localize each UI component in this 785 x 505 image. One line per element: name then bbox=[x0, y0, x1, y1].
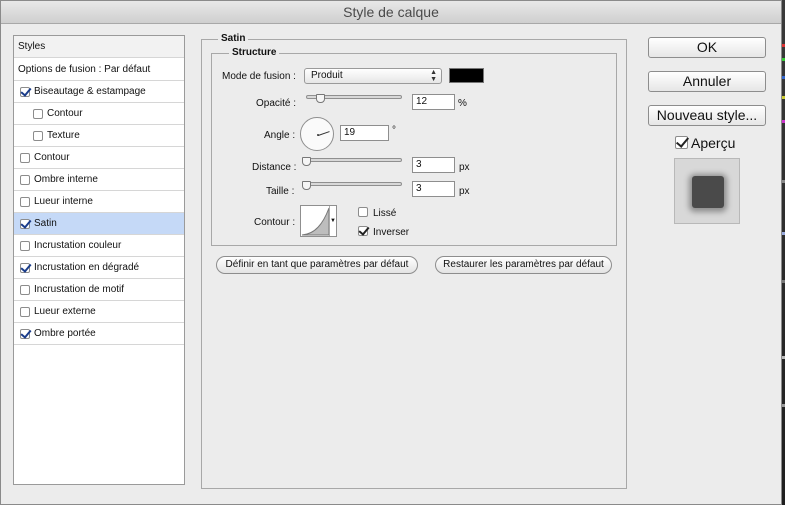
style-item-label: Contour bbox=[47, 108, 83, 119]
style-item-label: Lueur interne bbox=[34, 196, 93, 207]
opacity-slider-thumb[interactable] bbox=[316, 94, 325, 103]
style-item[interactable]: Ombre portée bbox=[14, 323, 184, 345]
distance-input[interactable]: 3 bbox=[412, 157, 455, 173]
style-item-checkbox[interactable] bbox=[20, 328, 30, 339]
contour-label: Contour : bbox=[254, 217, 296, 228]
style-item[interactable]: Contour bbox=[14, 147, 184, 169]
style-item[interactable]: Incrustation en dégradé bbox=[14, 257, 184, 279]
structure-group-title: Structure bbox=[229, 47, 280, 58]
styles-header[interactable]: Styles bbox=[14, 36, 184, 58]
contour-picker[interactable]: ▼ bbox=[300, 205, 337, 237]
style-item-checkbox[interactable] bbox=[20, 262, 30, 273]
distance-slider-thumb[interactable] bbox=[302, 157, 311, 166]
styles-header-label: Styles bbox=[18, 41, 46, 52]
style-item[interactable]: Satin bbox=[14, 213, 184, 235]
style-item[interactable]: Lueur interne bbox=[14, 191, 184, 213]
style-item[interactable]: Biseautage & estampage bbox=[14, 81, 184, 103]
style-preview-thumbnail bbox=[674, 158, 740, 224]
style-item-checkbox[interactable] bbox=[33, 108, 43, 119]
size-label: Taille : bbox=[266, 186, 295, 197]
distance-slider-track bbox=[302, 158, 402, 162]
style-item-checkbox[interactable] bbox=[20, 218, 30, 229]
style-item-label: Incrustation en dégradé bbox=[34, 262, 140, 273]
new-style-button[interactable]: Nouveau style... bbox=[648, 105, 766, 126]
style-item[interactable]: Ombre interne bbox=[14, 169, 184, 191]
contour-curve-icon bbox=[301, 207, 330, 236]
antialias-label: Lissé bbox=[373, 208, 397, 219]
style-item-checkbox[interactable] bbox=[33, 130, 43, 141]
style-item-label: Ombre portée bbox=[34, 328, 96, 339]
size-input[interactable]: 3 bbox=[412, 181, 455, 197]
satin-group-title: Satin bbox=[218, 33, 249, 44]
distance-slider[interactable] bbox=[302, 156, 402, 166]
cancel-button[interactable]: Annuler bbox=[648, 71, 766, 92]
invert-checkbox[interactable] bbox=[358, 226, 368, 236]
style-item[interactable]: Lueur externe bbox=[14, 301, 184, 323]
opacity-unit: % bbox=[458, 98, 467, 109]
preview-checkbox[interactable] bbox=[675, 136, 688, 149]
antialias-checkbox[interactable] bbox=[358, 207, 368, 217]
blend-mode-select[interactable]: Produit ▲ ▼ bbox=[304, 68, 442, 84]
style-item-label: Ombre interne bbox=[34, 174, 98, 185]
style-item-checkbox[interactable] bbox=[20, 174, 30, 185]
style-item-checkbox[interactable] bbox=[20, 152, 30, 163]
window-title: Style de calque bbox=[1, 1, 781, 24]
ok-button[interactable]: OK bbox=[648, 37, 766, 58]
set-default-button[interactable]: Définir en tant que paramètres par défau… bbox=[216, 256, 418, 274]
distance-label: Distance : bbox=[252, 162, 297, 173]
size-slider[interactable] bbox=[302, 180, 402, 190]
select-arrows-icon: ▲ ▼ bbox=[430, 69, 437, 83]
style-item-label: Incrustation couleur bbox=[34, 240, 122, 251]
style-item-label: Incrustation de motif bbox=[34, 284, 125, 295]
reset-default-button[interactable]: Restaurer les paramètres par défaut bbox=[435, 256, 612, 274]
size-slider-thumb[interactable] bbox=[302, 181, 311, 190]
style-item-label: Lueur externe bbox=[34, 306, 96, 317]
style-item-label: Contour bbox=[34, 152, 70, 163]
angle-label: Angle : bbox=[264, 130, 296, 141]
contour-dropdown-arrow-icon[interactable]: ▼ bbox=[329, 206, 336, 236]
angle-unit: ° bbox=[392, 125, 396, 136]
size-slider-track bbox=[302, 182, 402, 186]
invert-label: Inverser bbox=[373, 227, 410, 238]
blending-options-item[interactable]: Options de fusion : Par défaut bbox=[14, 59, 184, 81]
style-item[interactable]: Contour bbox=[14, 103, 184, 125]
angle-dial[interactable] bbox=[300, 117, 334, 151]
style-item-label: Texture bbox=[47, 130, 80, 141]
styles-list-panel: Styles Options de fusion : Par défaut Bi… bbox=[13, 35, 185, 485]
blend-mode-value: Produit bbox=[311, 70, 343, 81]
distance-unit: px bbox=[459, 162, 470, 173]
style-item[interactable]: Incrustation de motif bbox=[14, 279, 184, 301]
satin-color-swatch[interactable] bbox=[449, 68, 484, 83]
size-unit: px bbox=[459, 186, 470, 197]
style-item-checkbox[interactable] bbox=[20, 196, 30, 207]
opacity-slider[interactable] bbox=[306, 93, 402, 103]
angle-input[interactable]: 19 bbox=[340, 125, 389, 141]
style-item-checkbox[interactable] bbox=[20, 240, 30, 251]
opacity-input[interactable]: 12 bbox=[412, 94, 455, 110]
blending-options-label: Options de fusion : Par défaut bbox=[18, 64, 151, 75]
style-item[interactable]: Incrustation couleur bbox=[14, 235, 184, 257]
style-item-label: Biseautage & estampage bbox=[34, 86, 146, 97]
preview-label: Aperçu bbox=[691, 135, 736, 151]
style-item[interactable]: Texture bbox=[14, 125, 184, 147]
preview-square bbox=[692, 176, 724, 208]
blend-mode-label: Mode de fusion : bbox=[222, 71, 296, 82]
opacity-label: Opacité : bbox=[256, 98, 297, 109]
style-item-checkbox[interactable] bbox=[20, 86, 30, 97]
style-item-checkbox[interactable] bbox=[20, 284, 30, 295]
style-item-label: Satin bbox=[34, 218, 57, 229]
style-item-checkbox[interactable] bbox=[20, 306, 30, 317]
